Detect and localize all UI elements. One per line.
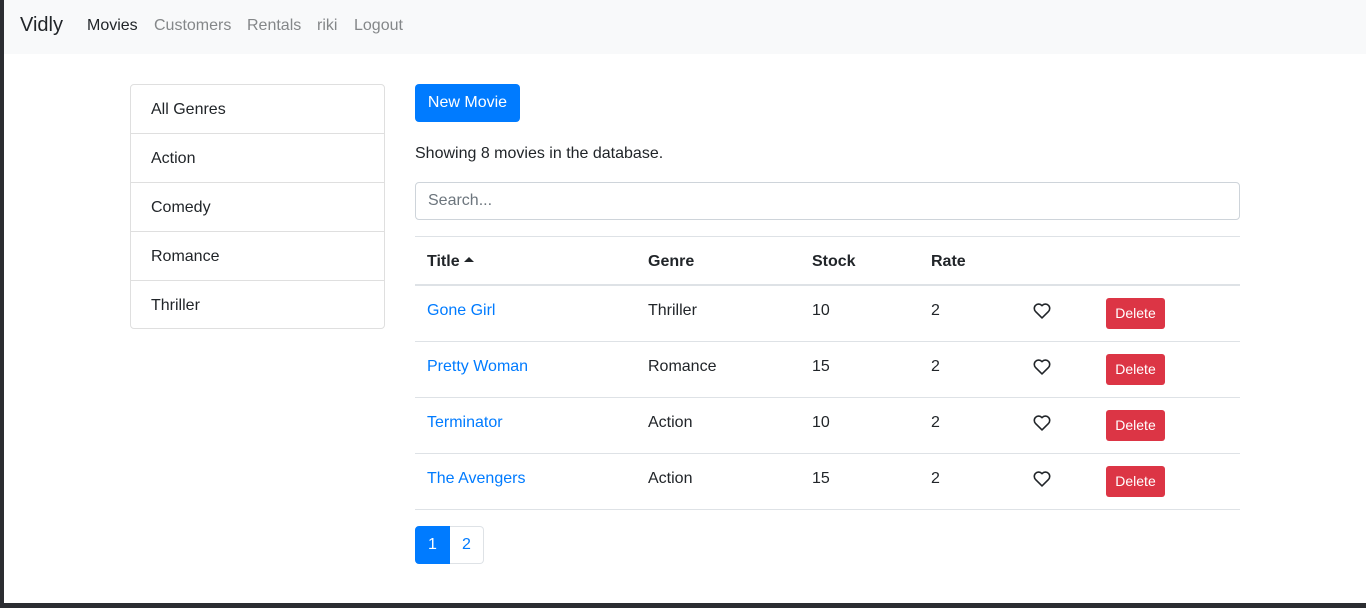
pagination: 1 2 [415,526,484,564]
movie-title-link[interactable]: Terminator [427,414,503,432]
genre-item-romance[interactable]: Romance [131,232,384,281]
movie-title-link[interactable]: The Avengers [427,470,525,488]
movie-rate: 2 [931,470,940,487]
movie-count-text: Showing 8 movies in the database. [415,145,664,162]
delete-button[interactable]: Delete [1106,298,1165,329]
page-button-2[interactable]: 2 [450,526,484,564]
nav-link-user[interactable]: riki [317,17,337,35]
delete-button[interactable]: Delete [1106,354,1165,385]
movie-title-link[interactable]: Gone Girl [427,302,495,320]
delete-button[interactable]: Delete [1106,466,1165,497]
movie-stock: 15 [812,470,830,487]
brand-link[interactable]: Vidly [20,14,63,37]
table-row: Pretty Woman Romance 15 2 Delete [415,342,1240,398]
movie-rate: 2 [931,302,940,319]
sort-asc-icon [463,257,474,262]
movie-rate: 2 [931,414,940,431]
column-header-rate[interactable]: Rate [931,253,966,271]
heart-icon[interactable] [1033,471,1051,487]
movie-genre: Thriller [648,302,697,319]
page-button-1[interactable]: 1 [415,526,450,564]
search-input[interactable] [415,182,1240,220]
navbar: Vidly Movies Customers Rentals riki Logo… [4,0,1366,54]
heart-icon[interactable] [1033,359,1051,375]
table-header: Title Genre Stock Rate [415,236,1240,286]
nav-link-movies[interactable]: Movies [87,17,138,35]
nav-link-rentals[interactable]: Rentals [247,17,301,35]
genre-list: All Genres Action Comedy Romance Thrille… [130,84,385,329]
movie-rate: 2 [931,358,940,375]
column-header-stock[interactable]: Stock [812,253,856,271]
column-header-genre[interactable]: Genre [648,253,694,271]
genre-item-thriller[interactable]: Thriller [131,281,384,328]
heart-icon[interactable] [1033,303,1051,319]
page: Vidly Movies Customers Rentals riki Logo… [4,0,1366,603]
new-movie-button[interactable]: New Movie [415,84,520,122]
movie-title-link[interactable]: Pretty Woman [427,358,528,376]
heart-icon[interactable] [1033,415,1051,431]
genre-item-action[interactable]: Action [131,134,384,183]
nav-link-logout[interactable]: Logout [354,17,403,35]
genre-item-all[interactable]: All Genres [131,85,384,134]
movie-stock: 15 [812,358,830,375]
movie-genre: Action [648,470,693,487]
table-row: Terminator Action 10 2 Delete [415,398,1240,454]
genre-item-comedy[interactable]: Comedy [131,183,384,232]
delete-button[interactable]: Delete [1106,410,1165,441]
table-row: The Avengers Action 15 2 Delete [415,454,1240,510]
movies-table: Title Genre Stock Rate Gone Girl Thrille… [415,236,1240,510]
movie-genre: Romance [648,358,717,375]
movie-genre: Action [648,414,693,431]
movie-stock: 10 [812,302,830,319]
nav-link-customers[interactable]: Customers [154,17,231,35]
table-row: Gone Girl Thriller 10 2 Delete [415,286,1240,342]
column-header-title[interactable]: Title [427,253,474,271]
column-header-title-label: Title [427,253,460,270]
movie-stock: 10 [812,414,830,431]
